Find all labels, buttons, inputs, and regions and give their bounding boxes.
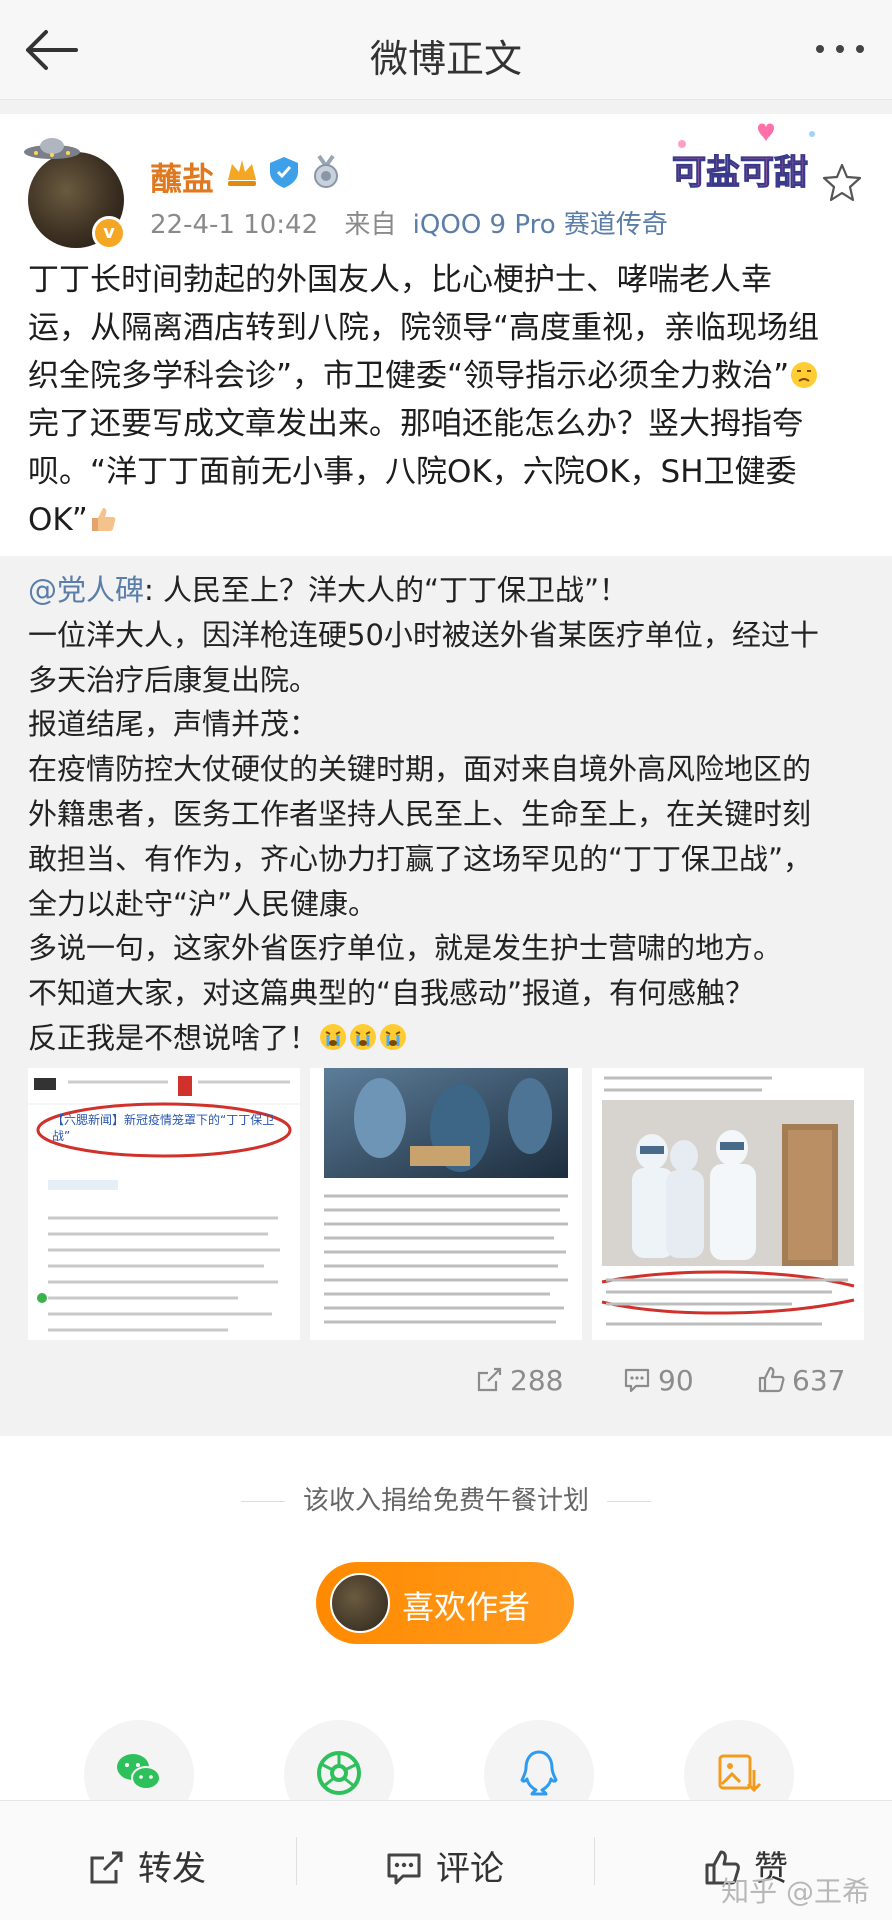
body-line-text: 织全院多学科会诊”，市卫健委“领导指示必须全力救治” bbox=[28, 358, 790, 394]
crying-face-emoji-icon bbox=[320, 1023, 347, 1050]
vip-crown-icon[interactable] bbox=[224, 154, 260, 190]
like-author-label: 喜欢作者 bbox=[402, 1588, 531, 1626]
comment-count[interactable]: 90 bbox=[622, 1364, 694, 1404]
repost-count[interactable]: 288 bbox=[474, 1364, 563, 1404]
save-image-icon bbox=[718, 1754, 762, 1793]
comment-action-button[interactable]: 评论 bbox=[384, 1841, 504, 1890]
body-line-text: OK” bbox=[28, 502, 88, 538]
repost-line: 不知道大家，对这篇典型的“自我感动”报道，有何感触？ bbox=[28, 976, 755, 1011]
ppe-staff-thumbnail bbox=[592, 1068, 864, 1340]
divider bbox=[240, 1501, 285, 1502]
body-line: OK” bbox=[28, 496, 868, 544]
comment-action-label: 评论 bbox=[436, 1849, 504, 1889]
repost-action-label: 转发 bbox=[138, 1849, 206, 1889]
like-count[interactable]: 637 bbox=[756, 1364, 845, 1404]
body-line: 丁丁长时间勃起的外国友人，比心梗护士、哮喘老人幸 bbox=[28, 262, 772, 298]
post-body: 丁丁长时间勃起的外国友人，比心梗护士、哮喘老人幸 运，从隔离酒店转到八院，院领导… bbox=[28, 256, 868, 544]
repost-line: 外籍患者，医务工作者坚持人民至上、生命至上，在关键时刻 bbox=[28, 796, 812, 831]
repost-line: 在疫情防控大仗硬仗的关键时期，面对来自境外高风险地区的 bbox=[28, 752, 812, 787]
repost-icon bbox=[90, 1851, 123, 1884]
news-article-thumbnail: 【六腮新闻】新冠疫情笼罩下的“丁丁保卫战” bbox=[28, 1068, 300, 1340]
repost-action-button[interactable]: 转发 bbox=[86, 1841, 206, 1890]
repost-line: 多说一句，这家外省医疗单位，就是发生护士营啸的地方。 bbox=[28, 931, 783, 966]
favorite-star-icon[interactable] bbox=[822, 162, 862, 202]
thumbs-up-emoji-icon bbox=[91, 508, 116, 531]
crying-face-emoji-icon bbox=[380, 1023, 407, 1050]
medal-icon[interactable] bbox=[308, 154, 344, 190]
repost-icon bbox=[477, 1367, 502, 1392]
shield-badge-icon[interactable] bbox=[266, 154, 302, 190]
body-line: 运，从隔离酒店转到八院，院领导“高度重视，亲临现场组 bbox=[28, 310, 820, 346]
repost-line: 敢担当、有作为，齐心协力打赢了这场罕见的“丁丁保卫战”， bbox=[28, 841, 813, 876]
post-image-1[interactable]: 【六腮新闻】新冠疫情笼罩下的“丁丁保卫战” bbox=[28, 1068, 300, 1340]
comment-icon bbox=[624, 1368, 650, 1393]
article-headline: 【六腮新闻】新冠疫情笼罩下的“丁丁保卫战” bbox=[52, 1113, 275, 1143]
body-line: 织全院多学科会诊”，市卫健委“领导指示必须全力救治” bbox=[28, 352, 868, 400]
dizzy-face-emoji-icon bbox=[791, 362, 818, 388]
divider bbox=[607, 1501, 651, 1502]
ufo-decoration-icon bbox=[24, 138, 80, 159]
crying-face-emoji-icon bbox=[350, 1023, 377, 1050]
wechat-icon bbox=[117, 1754, 161, 1790]
repost-line-text: 反正我是不想说啥了！ bbox=[28, 1020, 319, 1055]
post-image-2[interactable] bbox=[310, 1068, 582, 1340]
repost-line: 反正我是不想说啥了！ bbox=[28, 1016, 868, 1061]
divider bbox=[296, 1837, 297, 1885]
body-line: 完了还要写成文章发出来。那咱还能怎么办？竖大拇指夸 bbox=[28, 406, 803, 442]
repost-count-value: 288 bbox=[510, 1364, 564, 1397]
divider bbox=[0, 100, 892, 114]
donation-text: 该收入捐给免费午餐计划 bbox=[302, 1486, 589, 1516]
comment-count-value: 90 bbox=[658, 1364, 694, 1397]
repost-card[interactable]: @党人碑: 人民至上？洋大人的“丁丁保卫战”！ 一位洋大人，因洋枪连硬50小时被… bbox=[0, 556, 892, 1436]
mention-link[interactable]: @党人碑 bbox=[28, 573, 144, 607]
like-count-value: 637 bbox=[792, 1364, 846, 1397]
qq-icon bbox=[520, 1750, 558, 1796]
like-icon bbox=[758, 1366, 785, 1393]
author-mini-avatar bbox=[330, 1573, 390, 1633]
like-author-button[interactable]: 喜欢作者 bbox=[316, 1562, 574, 1644]
moments-icon bbox=[317, 1751, 361, 1795]
post-image-3[interactable] bbox=[592, 1068, 864, 1340]
divider bbox=[594, 1837, 595, 1885]
source-prefix: 来自 bbox=[344, 210, 397, 240]
body-line: 呗。“洋丁丁面前无小事，八院OK，六院OK，SH卫健委 bbox=[28, 454, 797, 490]
verified-badge-icon: v bbox=[92, 216, 126, 250]
author-name[interactable]: 蘸盐 bbox=[150, 154, 214, 200]
repost-line: @党人碑: 人民至上？洋大人的“丁丁保卫战”！ bbox=[28, 568, 868, 613]
post-timestamp: 22-4-1 10:42 bbox=[150, 210, 319, 240]
repost-first-line: : 人民至上？洋大人的“丁丁保卫战”！ bbox=[144, 573, 629, 607]
post-meta: 22-4-1 10:42 来自 iQOO 9 Pro 赛道传奇 bbox=[150, 204, 668, 241]
sticker-image: 可盐可甜 bbox=[671, 123, 815, 194]
avatar[interactable]: v bbox=[24, 138, 126, 250]
more-icon[interactable] bbox=[812, 34, 868, 64]
top-bar: 微博正文 bbox=[0, 0, 892, 100]
author-row: v 蘸盐 22-4-1 10:42 来自 iQOO 9 Pro 赛道传奇 可盐可… bbox=[0, 114, 892, 254]
sticker-text: 可盐可甜 bbox=[672, 153, 808, 193]
repost-line: 全力以赴守“沪”人民健康。 bbox=[28, 886, 378, 921]
watermark: 知乎 @王希 bbox=[721, 1875, 870, 1908]
post-source[interactable]: iQOO 9 Pro 赛道传奇 bbox=[413, 210, 668, 240]
repost-line: 多天治疗后康复出院。 bbox=[28, 662, 319, 697]
repost-line: 一位洋大人，因洋枪连硬50小时被送外省某医疗单位，经过十 bbox=[28, 617, 819, 652]
medical-scene-thumbnail bbox=[310, 1068, 582, 1340]
page-title: 微博正文 bbox=[369, 37, 522, 81]
comment-icon bbox=[387, 1853, 421, 1885]
donation-note: 该收入捐给免费午餐计划 bbox=[0, 1480, 892, 1517]
repost-line: 报道结尾，声情并茂： bbox=[28, 707, 319, 742]
repost-text: @党人碑: 人民至上？洋大人的“丁丁保卫战”！ 一位洋大人，因洋枪连硬50小时被… bbox=[28, 568, 868, 1061]
